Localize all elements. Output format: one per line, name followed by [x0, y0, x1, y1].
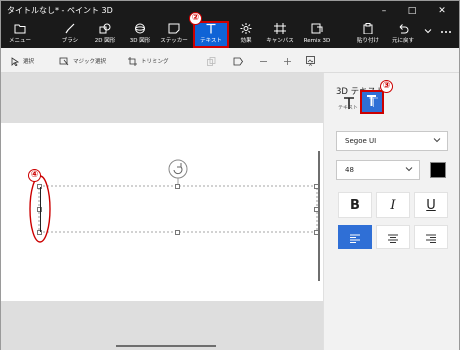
ribbon-sticker[interactable]: ステッカー	[159, 21, 189, 48]
text-t-icon	[342, 95, 356, 114]
brush-icon	[57, 23, 83, 36]
ribbon-effects[interactable]: 効果	[234, 21, 258, 48]
align-left-icon	[349, 228, 361, 247]
minus-icon	[259, 51, 268, 70]
font-size-select[interactable]: 48	[336, 160, 420, 180]
drawing-canvas[interactable]: ④	[1, 123, 323, 301]
zoom-in-button[interactable]	[283, 48, 292, 73]
paste-icon	[353, 23, 383, 36]
2d-text-button[interactable]	[338, 93, 360, 115]
remix-3d-icon	[301, 23, 333, 36]
undo-icon	[387, 23, 419, 36]
underline-button[interactable]: U	[414, 192, 448, 218]
font-family-select[interactable]: Segoe UI	[336, 131, 448, 151]
ribbon-menu[interactable]: メニュー	[5, 21, 35, 48]
ribbon-paste-label: 貼り付け	[356, 38, 379, 44]
align-right-button[interactable]	[414, 225, 448, 249]
3d-text-button[interactable]	[360, 90, 384, 114]
ribbon-remix-3d[interactable]: Remix 3D	[301, 21, 333, 48]
chevron-down-icon	[421, 28, 435, 41]
image-view-icon	[306, 51, 316, 70]
font-family-value: Segoe UI	[345, 137, 377, 145]
align-left-button[interactable]	[338, 225, 372, 249]
ribbon-effects-label: 効果	[240, 38, 252, 44]
ribbon-3d-shapes-label: 3D 図形	[129, 38, 151, 44]
ribbon-more[interactable]	[437, 21, 455, 48]
copy-tool[interactable]	[207, 48, 216, 73]
title-bar: タイトルなし* - ペイント 3D – □ ✕	[1, 1, 459, 21]
align-center-icon	[387, 228, 399, 247]
paint-3d-window: タイトルなし* - ペイント 3D – □ ✕ メニュー ブラシ 2D 図形 3…	[0, 0, 460, 350]
zoom-out-button[interactable]	[259, 48, 268, 73]
text-icon	[193, 23, 229, 36]
ribbon-text[interactable]: テキスト	[193, 21, 229, 48]
crop-label: トリミング	[141, 58, 169, 65]
view-options-button[interactable]	[306, 48, 316, 73]
minimize-button[interactable]: –	[371, 1, 397, 21]
folder-icon	[5, 23, 35, 36]
ribbon-canvas-label: キャンバス	[266, 38, 294, 44]
callout-3: ③	[380, 80, 393, 93]
ribbon-2d-shapes-label: 2D 図形	[94, 38, 116, 44]
tag-tool[interactable]	[233, 48, 243, 73]
plus-icon	[283, 51, 292, 70]
ribbon-paste[interactable]: 貼り付け	[353, 21, 383, 48]
ribbon-menu-label: メニュー	[8, 38, 31, 44]
chevron-down-icon	[433, 137, 441, 145]
ribbon-brush-label: ブラシ	[61, 38, 79, 44]
resize-handle[interactable]	[175, 230, 180, 235]
bold-button[interactable]: B	[338, 192, 372, 218]
effects-icon	[234, 23, 258, 36]
ribbon-sticker-label: ステッカー	[160, 38, 188, 44]
align-center-button[interactable]	[376, 225, 410, 249]
align-right-icon	[425, 228, 437, 247]
ribbon-3d-shapes[interactable]: 3D 図形	[126, 21, 154, 48]
ribbon-remix-3d-label: Remix 3D	[303, 38, 331, 44]
italic-button[interactable]: I	[376, 192, 410, 218]
canvas-icon	[261, 23, 299, 36]
2d-shapes-icon	[91, 23, 119, 36]
copy-icon	[207, 51, 216, 70]
ribbon: メニュー ブラシ 2D 図形 3D 図形 ステッカー テキスト 効果 キャンバス…	[1, 21, 459, 48]
horizontal-scrollbar[interactable]	[116, 345, 216, 347]
select-label: 選択	[23, 58, 35, 65]
text-color-swatch[interactable]	[430, 162, 446, 178]
close-button[interactable]: ✕	[429, 1, 455, 21]
crop-icon	[128, 51, 137, 70]
magic-select-icon	[59, 51, 69, 70]
font-size-value: 48	[345, 166, 354, 174]
sticker-icon	[159, 23, 189, 36]
ribbon-brush[interactable]: ブラシ	[57, 21, 83, 48]
cursor-icon	[11, 51, 20, 70]
chevron-down-icon	[405, 166, 413, 174]
ribbon-undo-label: 元に戻す	[391, 38, 414, 44]
text-properties-panel: 3D テキスト テキスト ③ Segoe UI 48 B I U	[323, 73, 459, 350]
ribbon-canvas[interactable]: キャンバス	[261, 21, 299, 48]
ribbon-undo[interactable]: 元に戻す	[387, 21, 419, 48]
window-title: タイトルなし* - ペイント 3D	[7, 6, 113, 15]
callout-4: ④	[28, 169, 41, 182]
tag-icon	[233, 51, 243, 70]
rotate-handle-icon[interactable]	[168, 159, 188, 183]
magic-select-tool[interactable]: マジック選択	[59, 48, 106, 73]
ribbon-text-label: テキスト	[200, 38, 222, 44]
crop-tool[interactable]: トリミング	[128, 48, 169, 73]
3d-shapes-icon	[126, 23, 154, 36]
select-tool[interactable]: 選択	[11, 48, 34, 73]
maximize-button[interactable]: □	[399, 1, 425, 21]
vertical-scrollbar[interactable]	[318, 151, 320, 281]
ribbon-2d-shapes[interactable]: 2D 図形	[91, 21, 119, 48]
callout-4-ellipse	[29, 175, 51, 243]
3d-text-icon	[365, 93, 379, 112]
tool-bar: 選択 マジック選択 トリミング	[1, 48, 459, 73]
ribbon-history-dropdown[interactable]	[421, 21, 435, 48]
resize-handle[interactable]	[175, 184, 180, 189]
magic-select-label: マジック選択	[73, 58, 107, 65]
more-icon	[437, 30, 455, 43]
callout-2: ②	[189, 12, 202, 25]
canvas-area: ④	[1, 73, 323, 350]
